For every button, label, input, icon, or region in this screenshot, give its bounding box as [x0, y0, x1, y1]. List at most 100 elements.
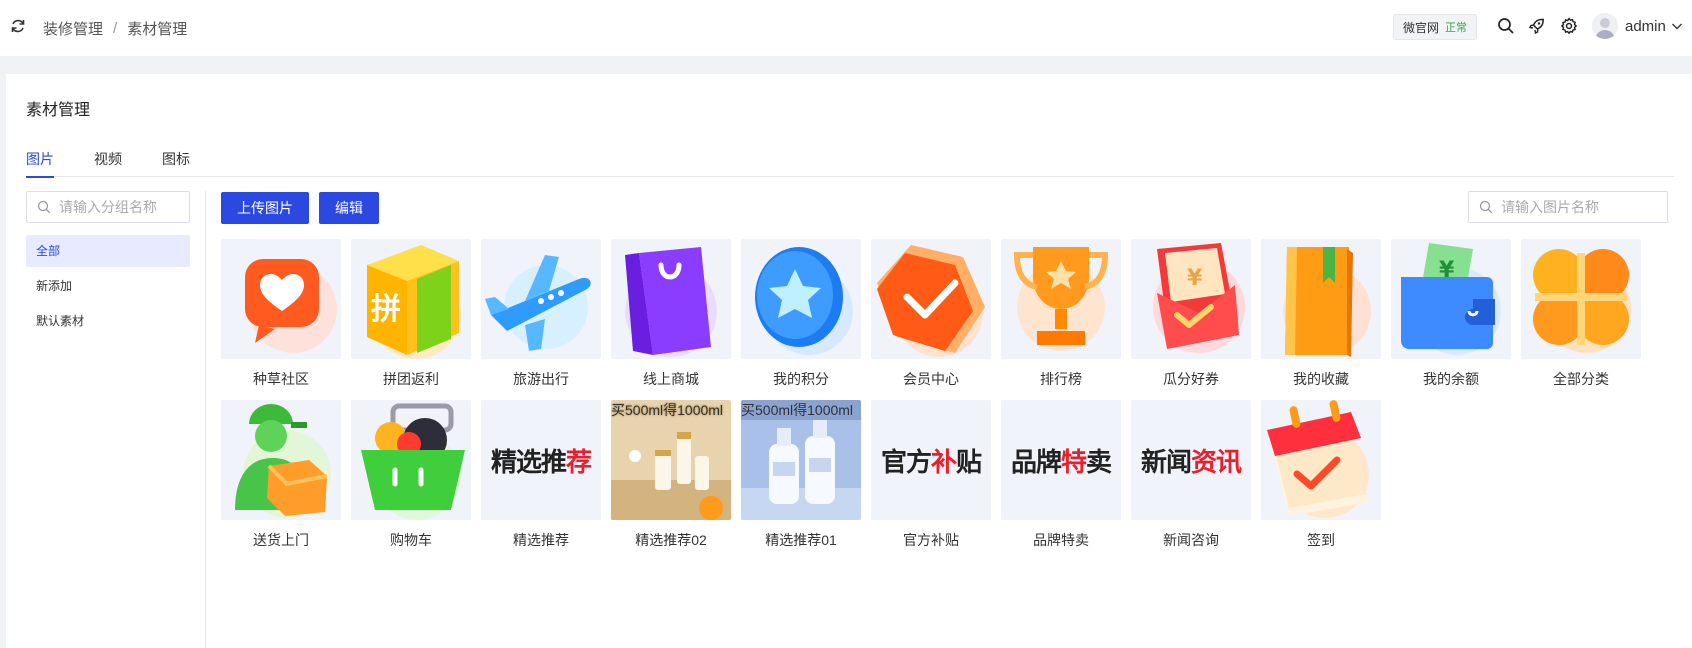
search-icon [37, 200, 51, 214]
product-photo: 买500ml得1000ml [741, 400, 861, 520]
image-name: 线上商城 [643, 371, 699, 387]
banner-text-highlight: 补 [930, 447, 957, 478]
photo-caption: 买500ml得1000ml [611, 402, 724, 418]
image-name: 精选推荐02 [635, 532, 707, 548]
banner-text-highlight: 荐 [566, 447, 592, 478]
image-card[interactable]: ¥ 我的余额 [1391, 239, 1511, 389]
tab-videos[interactable]: 视频 [94, 149, 122, 177]
site-tag-label: 微官网 [1403, 20, 1440, 35]
shopping-basket-icon [351, 400, 471, 520]
heart-chat-icon [221, 239, 341, 359]
banner-text: 新闻 资讯 [1131, 400, 1251, 520]
image-card[interactable]: 买500ml得1000ml 精选推荐01 [741, 400, 861, 550]
gear-icon[interactable] [1560, 17, 1578, 35]
user-avatar-icon [1592, 13, 1618, 39]
image-card[interactable]: 我的积分 [741, 239, 861, 389]
group-list: 全部 新添加 默认素材 [26, 235, 190, 337]
calendar-check-icon [1261, 400, 1381, 520]
breadcrumb-decoration[interactable]: 装修管理 [43, 18, 103, 39]
image-card[interactable]: 种草社区 [221, 239, 341, 389]
breadcrumb: 装修管理 / 素材管理 [43, 18, 187, 39]
avatar[interactable] [1592, 13, 1618, 39]
banner-text: 品牌特卖 [1001, 400, 1121, 520]
wallet-icon: ¥ [1391, 239, 1511, 359]
main-panel: 素材管理 图片 视频 图标 全部 新添加 默认素材 上传图片 编辑 [6, 74, 1692, 648]
image-card[interactable]: 购物车 [351, 400, 471, 550]
image-name: 送货上门 [253, 532, 309, 548]
chevron-down-icon[interactable] [1671, 20, 1683, 32]
image-name: 购物车 [390, 532, 432, 548]
image-card[interactable]: 全部分类 [1521, 239, 1641, 389]
image-name: 我的余额 [1423, 371, 1479, 387]
site-status-text: 正常 [1445, 22, 1468, 34]
image-name: 全部分类 [1553, 371, 1609, 387]
trophy-icon [1001, 239, 1121, 359]
image-name: 新闻咨询 [1163, 532, 1219, 548]
tab-bar: 图片 视频 图标 [26, 149, 1674, 178]
breadcrumb-separator: / [113, 20, 118, 37]
photo-caption: 买500ml得1000ml [741, 400, 861, 420]
red-envelope-icon: ¥ [1131, 239, 1251, 359]
tab-icons[interactable]: 图标 [162, 149, 190, 177]
group-search-input[interactable] [59, 199, 179, 215]
divider [205, 191, 206, 648]
image-name: 瓜分好券 [1163, 371, 1219, 387]
banner-text-part: 卖 [1086, 447, 1112, 478]
image-card[interactable]: 买500ml得1000ml 精选推荐02 [611, 400, 731, 550]
image-card[interactable]: 排行榜 [1001, 239, 1121, 389]
airplane-icon [481, 239, 601, 359]
image-search-input[interactable] [1501, 199, 1621, 215]
banner-text-part: 官方 [880, 447, 932, 478]
image-card[interactable]: 我的收藏 [1261, 239, 1381, 389]
edit-button[interactable]: 编辑 [319, 192, 379, 224]
banner-text: 精选推荐 [481, 400, 601, 520]
image-card[interactable]: 精选推荐 精选推荐 [481, 400, 601, 550]
image-name: 官方补贴 [903, 532, 959, 548]
image-name: 排行榜 [1040, 371, 1082, 387]
group-item-all[interactable]: 全部 [26, 235, 190, 267]
site-status-tag: 微官网 正常 [1393, 14, 1478, 40]
image-search-box [1468, 191, 1668, 223]
image-name: 旅游出行 [513, 371, 569, 387]
image-card[interactable]: 签到 [1261, 400, 1381, 550]
banner-thumbnail: 精选推荐 [481, 400, 601, 520]
image-card[interactable]: 品牌特卖 品牌特卖 [1001, 400, 1121, 550]
image-card[interactable]: 会员中心 [871, 239, 991, 389]
delivery-person-icon [221, 400, 341, 520]
image-name: 种草社区 [253, 371, 309, 387]
image-card[interactable]: 线上商城 [611, 239, 731, 389]
image-card[interactable]: 新闻 资讯 新闻咨询 [1131, 400, 1251, 550]
image-name: 品牌特卖 [1033, 532, 1089, 548]
image-name: 会员中心 [903, 371, 959, 387]
username[interactable]: admin [1625, 18, 1666, 35]
refresh-icon[interactable] [10, 18, 26, 34]
shopping-bag-icon [611, 239, 731, 359]
image-name: 精选推荐01 [765, 532, 837, 548]
search-icon[interactable] [1497, 17, 1515, 35]
upload-image-button[interactable]: 上传图片 [221, 192, 309, 224]
banner-text: 官方补贴 [871, 400, 991, 520]
group-item-new[interactable]: 新添加 [26, 270, 190, 302]
image-card[interactable]: 官方补贴 官方补贴 [871, 400, 991, 550]
banner-text-part: 品牌 [1010, 447, 1062, 478]
banner-text-highlight: 特 [1060, 447, 1087, 478]
image-name: 我的收藏 [1293, 371, 1349, 387]
banner-thumbnail: 官方补贴 [871, 400, 991, 520]
top-header: 装修管理 / 素材管理 微官网 正常 admin [0, 0, 1692, 56]
image-name: 精选推荐 [513, 532, 569, 548]
banner-thumbnail: 品牌特卖 [1001, 400, 1121, 520]
breadcrumb-material: 素材管理 [127, 21, 188, 38]
tab-images[interactable]: 图片 [26, 149, 54, 178]
clover-icon [1521, 239, 1641, 359]
image-card[interactable]: ¥ 瓜分好券 [1131, 239, 1251, 389]
image-name: 拼团返利 [383, 371, 439, 387]
image-card[interactable]: 送货上门 [221, 400, 341, 550]
image-card[interactable]: 拼 拼团返利 [351, 239, 471, 389]
image-name: 签到 [1307, 532, 1335, 548]
group-box-icon: 拼 [351, 239, 471, 359]
group-item-default[interactable]: 默认素材 [26, 305, 190, 337]
rocket-icon[interactable] [1528, 17, 1546, 35]
banner-text-part: 新闻 [1140, 447, 1192, 478]
image-card[interactable]: 旅游出行 [481, 239, 601, 389]
search-icon [1479, 200, 1493, 214]
